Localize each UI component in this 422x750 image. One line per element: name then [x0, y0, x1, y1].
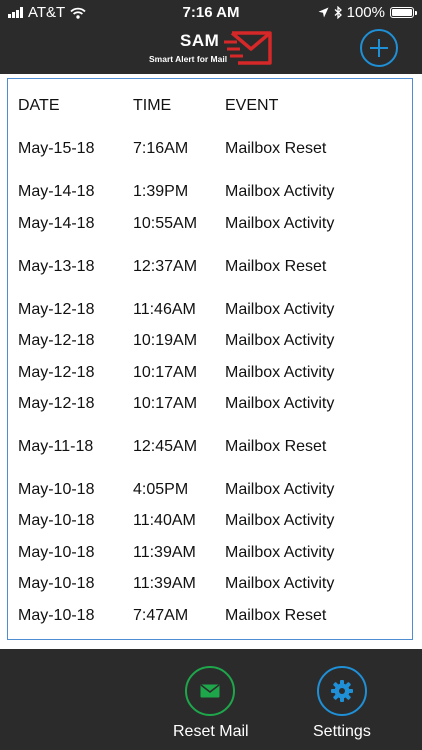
app-header: SAM Smart Alert for Mail: [0, 24, 422, 74]
row-event: Mailbox Activity: [225, 481, 335, 498]
row-event: Mailbox Activity: [225, 332, 335, 349]
row-time: 11:46AM: [133, 301, 196, 318]
row-date: May-14-18: [18, 215, 95, 232]
row-date: May-10-18: [18, 575, 95, 592]
gear-icon: [331, 680, 353, 702]
event-log-panel: DATE TIME EVENT May-15-18 7:16AM Mailbox R…: [0, 74, 422, 649]
event-log-frame: DATE TIME EVENT May-15-18 7:16AM Mailbox R…: [7, 78, 413, 640]
header-time: TIME: [133, 97, 172, 114]
settings-label[interactable]: Settings: [313, 723, 371, 741]
row-event: Mailbox Reset: [225, 258, 327, 275]
row-event: Mailbox Reset: [225, 607, 327, 624]
bluetooth-icon: [334, 6, 342, 19]
row-date: May-13-18: [18, 258, 95, 275]
row-event: Mailbox Activity: [225, 215, 335, 232]
row-event: Mailbox Activity: [225, 301, 335, 318]
row-time: 10:17AM: [133, 395, 198, 412]
row-date: May-10-18: [18, 544, 95, 561]
row-date: May-12-18: [18, 395, 95, 412]
envelope-icon: [200, 684, 220, 698]
reset-mail-label[interactable]: Reset Mail: [173, 723, 249, 741]
row-time: 7:47AM: [133, 607, 189, 624]
row-event: Mailbox Activity: [225, 512, 335, 529]
status-right: 100%: [318, 4, 417, 21]
row-time: 11:40AM: [133, 512, 196, 529]
row-time: 10:19AM: [133, 332, 198, 349]
row-event: Mailbox Reset: [225, 438, 327, 455]
row-date: May-10-18: [18, 512, 95, 529]
row-date: May-12-18: [18, 332, 95, 349]
row-time: 10:55AM: [133, 215, 198, 232]
row-event: Mailbox Activity: [225, 183, 335, 200]
row-time: 12:37AM: [133, 258, 198, 275]
row-event: Mailbox Activity: [225, 544, 335, 561]
settings-button[interactable]: [317, 666, 367, 716]
row-time: 7:16AM: [133, 140, 189, 157]
row-date: May-11-18: [18, 438, 94, 455]
row-date: May-10-18: [18, 607, 95, 624]
logo-subtitle: Smart Alert for Mail: [149, 54, 228, 64]
header-event: EVENT: [225, 97, 279, 114]
row-time: 11:39AM: [133, 544, 196, 561]
status-bar: AT&T 7:16 AM 100%: [0, 0, 422, 24]
add-button[interactable]: [360, 29, 398, 67]
logo-title: SAM: [180, 31, 220, 50]
row-event: Mailbox Activity: [225, 395, 335, 412]
battery-icon: [390, 7, 417, 18]
bottom-bar: Reset Mail Settings: [0, 649, 422, 750]
battery-percent: 100%: [346, 4, 385, 21]
row-event: Mailbox Reset: [225, 140, 327, 157]
header-date: DATE: [18, 97, 60, 114]
row-time: 4:05PM: [133, 481, 189, 498]
location-arrow-icon: [318, 7, 329, 18]
row-time: 10:17AM: [133, 364, 198, 381]
row-event: Mailbox Activity: [225, 364, 335, 381]
app-logo: SAM Smart Alert for Mail: [146, 27, 276, 71]
envelope-logo-icon: [224, 31, 272, 65]
row-date: May-15-18: [18, 140, 95, 157]
row-date: May-12-18: [18, 301, 95, 318]
row-date: May-12-18: [18, 364, 95, 381]
row-time: 12:45AM: [133, 438, 198, 455]
row-date: May-10-18: [18, 481, 95, 498]
row-time: 11:39AM: [133, 575, 196, 592]
row-event: Mailbox Activity: [225, 575, 335, 592]
row-date: May-14-18: [18, 183, 95, 200]
row-time: 1:39PM: [133, 183, 189, 200]
reset-mail-button[interactable]: [185, 666, 235, 716]
